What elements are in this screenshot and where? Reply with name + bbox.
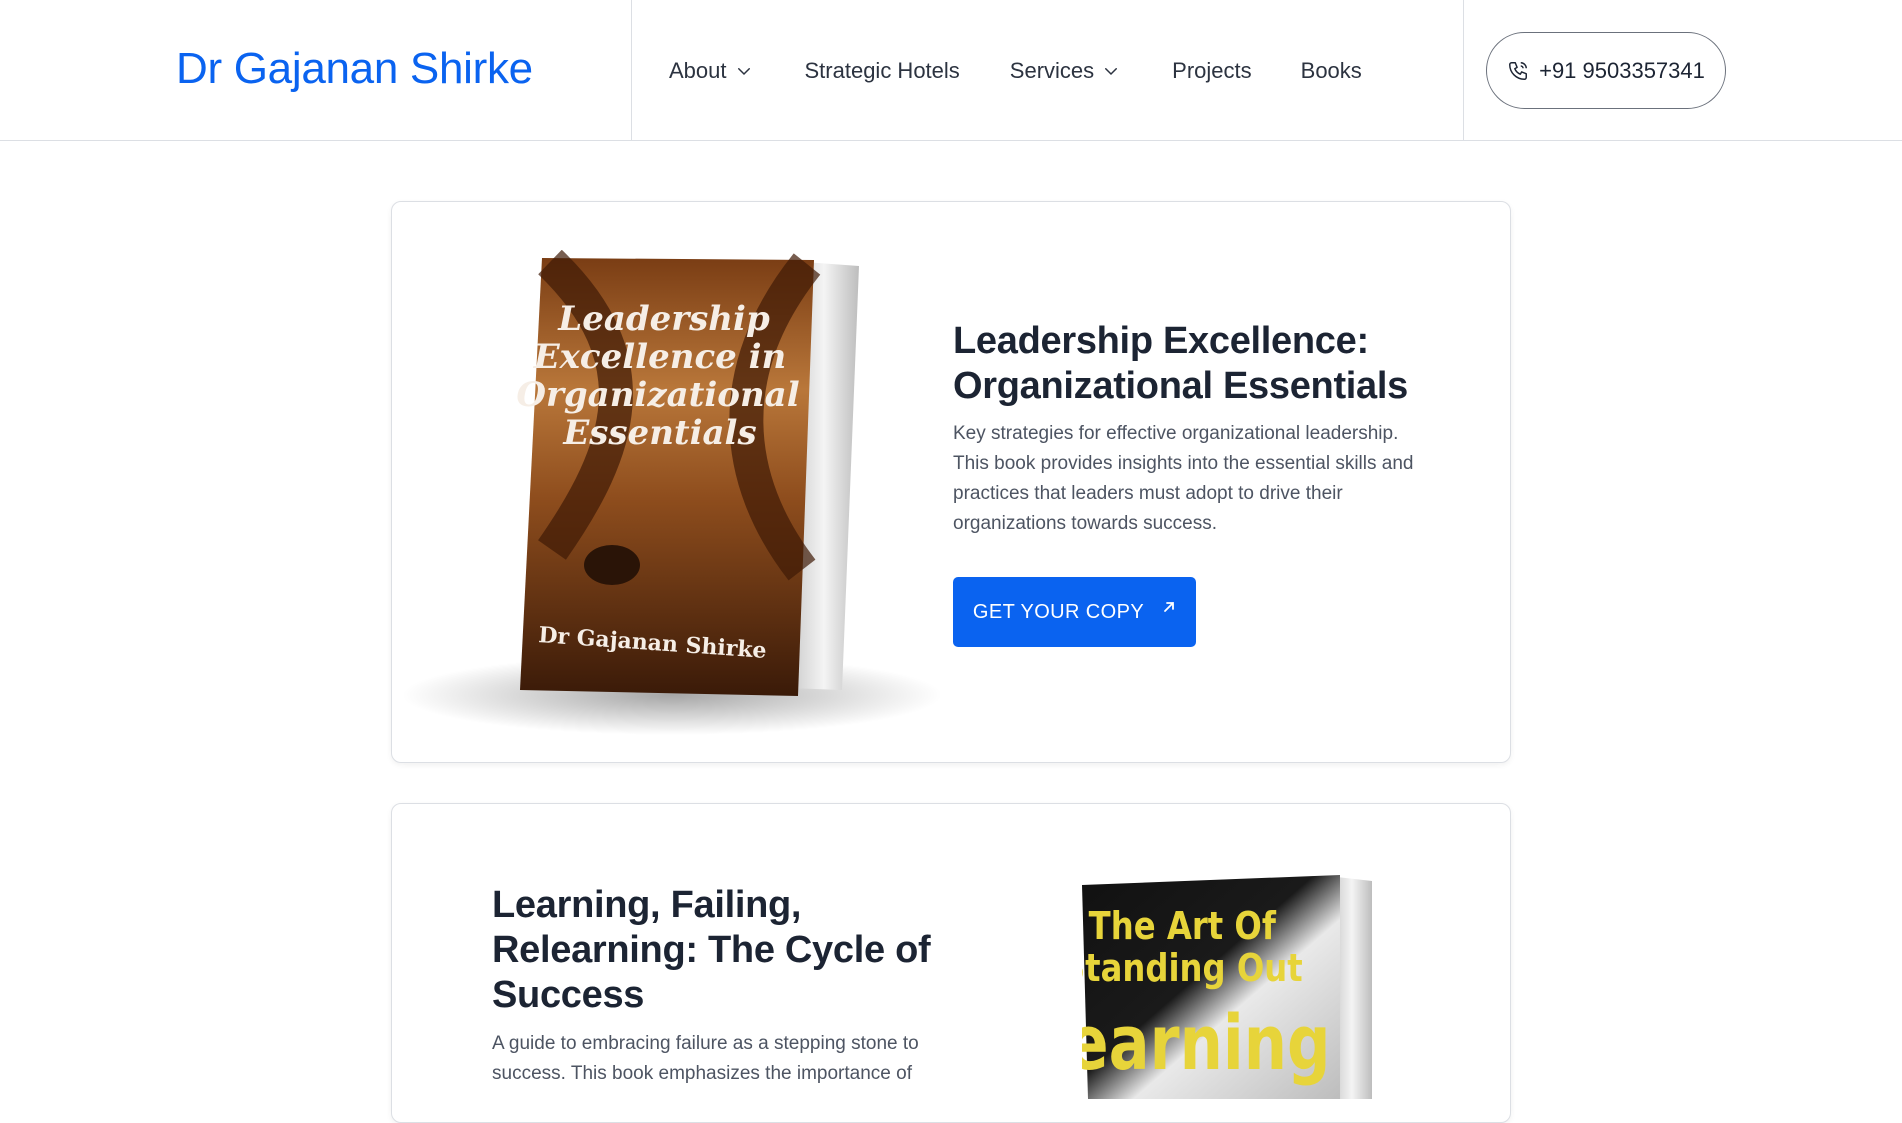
nav-item-label: Strategic Hotels (804, 57, 960, 83)
book-title: Leadership Excellence: Organizational Es… (953, 320, 1408, 407)
nav-item-label: Services (1009, 57, 1095, 83)
main-nav: About Strategic Hotels Services Projects… (669, 0, 1362, 141)
book-card: Leadership Excellence in Organizational … (391, 201, 1511, 763)
cover-line: Organizational (516, 375, 799, 415)
book-description: A guide to embracing failure as a steppi… (492, 1033, 919, 1084)
cover-line: Essentials (562, 413, 756, 453)
cover-line: Leadership (557, 299, 770, 339)
chevron-down-icon (737, 67, 750, 75)
nav-item-label: About (669, 57, 727, 83)
get-your-copy-button[interactable]: GET YOUR COPY (953, 577, 1196, 647)
chevron-down-icon (1105, 67, 1118, 75)
cover-line: Learning (1082, 999, 1331, 1087)
book-card: Learning, Failing, Relearning: The Cycle… (391, 803, 1511, 1123)
nav-item-projects[interactable]: Projects (1172, 58, 1251, 84)
book-description: Key strategies for effective organizatio… (953, 423, 1414, 534)
nav-item-label: Books (1300, 57, 1362, 83)
cover-line: Standing Out (1082, 947, 1303, 991)
phone-number: +91 9503357341 (1539, 57, 1705, 83)
site-header: Dr Gajanan Shirke About Strategic Hotels… (0, 0, 1902, 141)
book-cover-image: The Art Of Standing Out Learning (1029, 869, 1402, 1104)
cover-line: Excellence in (533, 337, 787, 377)
nav-item-books[interactable]: Books (1301, 58, 1362, 84)
header-divider-right (1463, 0, 1464, 141)
phone-icon (1509, 61, 1528, 80)
nav-item-label: Projects (1172, 57, 1252, 83)
nav-item-strategic-hotels[interactable]: Strategic Hotels (805, 58, 960, 84)
book-title: Learning, Failing, Relearning: The Cycle… (492, 884, 931, 1016)
header-divider-left (631, 0, 632, 141)
cta-label: GET YOUR COPY (972, 600, 1145, 623)
site-logo[interactable]: Dr Gajanan Shirke (176, 44, 533, 94)
nav-item-about[interactable]: About (669, 58, 753, 84)
phone-button[interactable]: +91 9503357341 (1486, 32, 1726, 109)
nav-item-services[interactable]: Services (1010, 58, 1120, 84)
cover-line: The Art Of (1089, 905, 1277, 949)
book-cover-image: Leadership Excellence in Organizational … (402, 249, 942, 745)
arrow-up-right-icon (1164, 602, 1174, 612)
